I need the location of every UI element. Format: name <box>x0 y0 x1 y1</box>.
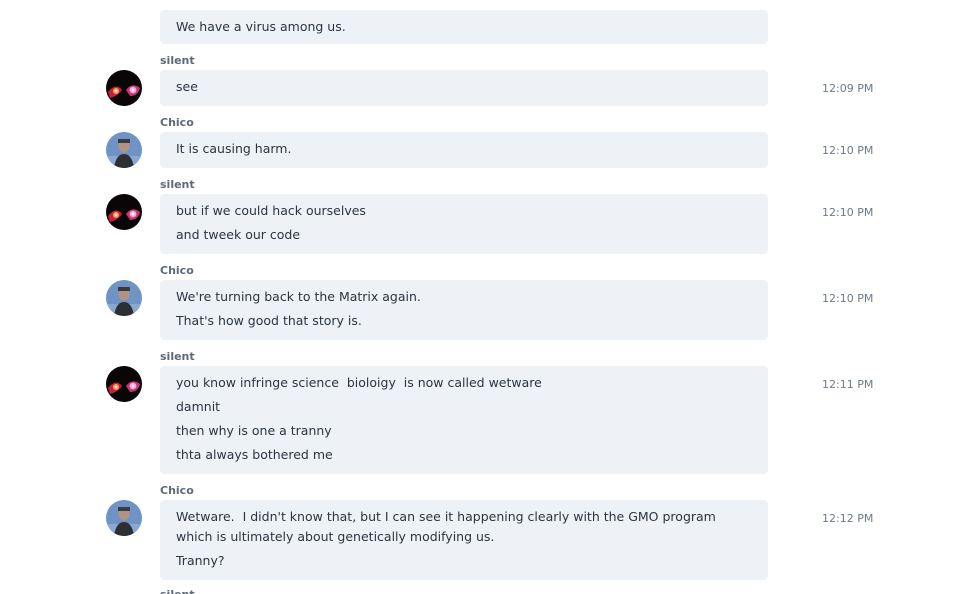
message-text: We're turning back to the Matrix again. <box>176 289 421 304</box>
message-text: Tranny? <box>176 553 225 568</box>
message-bubble: We're turning back to the Matrix again. … <box>160 280 768 340</box>
message-bubble: It is causing harm. <box>160 132 768 168</box>
message-text: but if we could hack ourselves <box>176 203 366 218</box>
avatar-silent[interactable] <box>106 70 142 106</box>
sender-name[interactable]: silent <box>160 350 195 364</box>
glowing-eyes-avatar-icon <box>106 70 142 106</box>
message-text: see <box>176 79 198 94</box>
avatar-chico[interactable] <box>106 500 142 536</box>
message-timestamp: 12:10 PM <box>822 206 874 219</box>
person-photo-avatar-icon <box>106 132 142 168</box>
sender-name[interactable]: Chico <box>160 484 194 498</box>
message-timestamp: 12:10 PM <box>822 144 874 157</box>
message-timestamp: 12:09 PM <box>822 82 874 95</box>
message-bubble: see <box>160 70 768 106</box>
sender-name[interactable]: silent <box>160 178 195 192</box>
message-text: damnit <box>176 399 221 414</box>
message-text: thta always bothered me <box>176 447 333 462</box>
glowing-eyes-avatar-icon <box>106 366 142 402</box>
sender-name[interactable]: Chico <box>160 264 194 278</box>
sender-name-partial[interactable]: silent <box>160 588 195 594</box>
avatar-silent[interactable] <box>106 366 142 402</box>
person-photo-avatar-icon <box>106 500 142 536</box>
message-bubble: Wetware. I didn't know that, but I can s… <box>160 500 768 580</box>
message-bubble: We have a virus among us. <box>160 10 768 44</box>
avatar-silent[interactable] <box>106 194 142 230</box>
message-bubble: but if we could hack ourselves and tweek… <box>160 194 768 254</box>
message-text: That's how good that story is. <box>176 313 362 328</box>
sender-name[interactable]: Chico <box>160 116 194 130</box>
message-text: and tweek our code <box>176 227 301 242</box>
avatar-chico[interactable] <box>106 132 142 168</box>
glowing-eyes-avatar-icon <box>106 194 142 230</box>
message-bubble: you know infringe science bioloigy is no… <box>160 366 768 474</box>
message-text: We have a virus among us. <box>176 19 346 34</box>
message-timestamp: 12:12 PM <box>822 512 874 525</box>
message-text: It is causing harm. <box>176 141 292 156</box>
message-text: then why is one a tranny <box>176 423 332 438</box>
person-photo-avatar-icon <box>106 280 142 316</box>
sender-name[interactable]: silent <box>160 54 195 68</box>
message-timestamp: 12:10 PM <box>822 292 874 305</box>
message-text: you know infringe science bioloigy is no… <box>176 375 542 390</box>
avatar-chico[interactable] <box>106 280 142 316</box>
chat-history[interactable]: We have a virus among us. silent see 12:… <box>0 0 980 594</box>
message-text: Wetware. I didn't know that, but I can s… <box>176 509 720 544</box>
message-timestamp: 12:11 PM <box>822 378 874 391</box>
